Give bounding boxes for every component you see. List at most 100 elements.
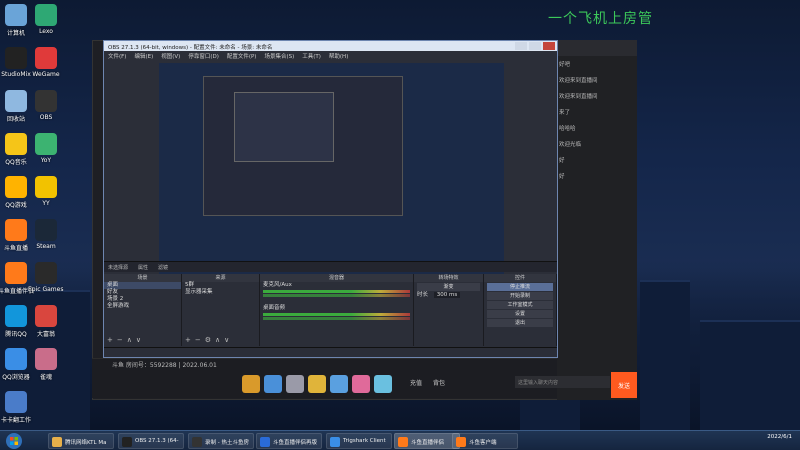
properties-button[interactable]: 属性: [138, 264, 148, 271]
taskbar-item-label: Trigshark Client: [343, 438, 386, 444]
taskbar-item[interactable]: 斗鱼直播伴侣再版: [256, 433, 322, 449]
app-icon: [35, 176, 57, 198]
taskbar-item[interactable]: 录制 - 热土斗鱼房: [188, 433, 254, 449]
taskbar-item[interactable]: 斗鱼直播伴侣: [394, 433, 460, 449]
taskbar-item-label: 斗鱼直播伴侣再版: [273, 440, 318, 446]
preview-nested-window-inner: [234, 92, 334, 162]
chat-message: 好: [559, 158, 565, 164]
duration-input[interactable]: 300 ms: [433, 292, 461, 298]
no-source-label: 未选择源: [108, 265, 129, 271]
duration-row: 时长 300 ms: [414, 292, 483, 299]
desktop-icon-label: 雀魂: [39, 374, 52, 381]
desktop-icon[interactable]: Epic Games Launcher: [28, 262, 64, 293]
chat-panel-header: [557, 40, 637, 56]
menu-item[interactable]: 文件(F): [108, 52, 126, 60]
menu-item[interactable]: 视图(V): [161, 52, 180, 60]
volume-meter: [263, 313, 410, 316]
app-icon: [35, 47, 57, 69]
source-toolbar: 未选择源 属性 滤镜: [104, 261, 557, 272]
app-icon: [35, 305, 57, 327]
wallpaper-building: [700, 320, 800, 430]
gift-icon[interactable]: [374, 375, 392, 393]
clock[interactable]: 2022/6/1: [767, 433, 792, 441]
transition-select[interactable]: 渐变: [417, 283, 480, 291]
app-icon: [35, 90, 57, 112]
menu-item[interactable]: 停靠窗口(D): [188, 52, 219, 60]
chat-message: 哈哈哈: [559, 126, 576, 132]
gift-icon[interactable]: [286, 375, 304, 393]
gift-icon[interactable]: [242, 375, 260, 393]
scene-controls[interactable]: +−∧∨: [107, 336, 145, 344]
transitions-header: 转场特效: [414, 274, 483, 282]
exit-button[interactable]: 退出: [487, 319, 553, 327]
menu-item[interactable]: 场景集合(S): [264, 52, 294, 60]
taskbar-item-label: 斗鱼直播伴侣: [411, 440, 445, 446]
taskbar-item[interactable]: Trigshark Client: [326, 433, 392, 449]
obs-title: OBS 27.1.3 (64-bit, windows) - 配置文件: 未命名…: [108, 45, 273, 51]
close-button[interactable]: [543, 42, 555, 50]
app-icon: [5, 262, 27, 284]
start-button[interactable]: [2, 432, 26, 450]
desktop-icon[interactable]: OBS: [28, 90, 64, 121]
transitions-dock: 转场特效 渐变 时长 300 ms: [414, 274, 484, 346]
controls-header: 控件: [484, 274, 556, 282]
start-recording-button[interactable]: 开始录制: [487, 292, 553, 300]
scene-item[interactable]: 桌面: [104, 282, 181, 289]
send-button[interactable]: 发送: [611, 372, 637, 398]
source-item[interactable]: 5群: [182, 282, 259, 289]
menu-item[interactable]: 配置文件(P): [227, 52, 257, 60]
desktop-icon[interactable]: WeGame: [28, 47, 64, 78]
source-controls[interactable]: +−⚙∧∨: [185, 336, 233, 344]
scene-item[interactable]: 好友: [104, 289, 181, 296]
scene-item[interactable]: 场景 2: [104, 296, 181, 303]
volume-slider[interactable]: [263, 317, 410, 320]
scene-item[interactable]: 全屏游戏: [104, 303, 181, 310]
app-icon: [260, 437, 270, 447]
chat-message: 来了: [559, 110, 571, 116]
app-icon: [5, 90, 27, 112]
backpack-tag[interactable]: 背包: [433, 378, 445, 387]
desktop-icon[interactable]: YY: [28, 176, 64, 207]
filters-button[interactable]: 滤镜: [158, 264, 168, 271]
mixer-track-name: 麦克风/Aux: [263, 282, 292, 288]
chat-input[interactable]: 这里输入聊天内容: [515, 376, 610, 388]
settings-button[interactable]: 设置: [487, 310, 553, 318]
taskbar-item[interactable]: OBS 27.1.3 (64-: [118, 433, 184, 449]
chat-message: 好吧: [559, 62, 571, 68]
app-icon: [5, 4, 27, 26]
studio-mode-button[interactable]: 工作室模式: [487, 301, 553, 309]
desktop-icon[interactable]: 卡卡翻工作: [0, 391, 34, 424]
chat-message: 好: [559, 174, 565, 180]
volume-slider[interactable]: [263, 294, 410, 297]
desktop-icon[interactable]: YoY: [28, 133, 64, 164]
desktop-icon[interactable]: 大富翁: [28, 305, 64, 338]
obs-menubar: 文件(F) 编辑(E) 视图(V) 停靠窗口(D) 配置文件(P) 场景集合(S) 工具(T…: [104, 51, 557, 60]
gift-icon[interactable]: [308, 375, 326, 393]
app-icon: [5, 348, 27, 370]
app-icon: [35, 4, 57, 26]
taskbar-item[interactable]: 腾讯网络KTL Ma: [48, 433, 114, 449]
app-icon: [330, 437, 340, 447]
minimize-button[interactable]: [515, 42, 527, 50]
room-info: 斗鱼 房间号：5592288 | 2022.06.01: [112, 362, 217, 369]
desktop-icon-label: Lexo: [39, 28, 53, 35]
app-icon: [52, 437, 62, 447]
desktop-icon[interactable]: Lexo: [28, 4, 64, 35]
menu-item[interactable]: 编辑(E): [134, 52, 153, 60]
maximize-button[interactable]: [529, 42, 541, 50]
taskbar-item[interactable]: 斗鱼客户端: [452, 433, 518, 449]
menu-item[interactable]: 工具(T): [302, 52, 321, 60]
source-item[interactable]: 显示器采集: [182, 289, 259, 296]
gift-icon[interactable]: [264, 375, 282, 393]
desktop-icon-label: Steam: [36, 243, 56, 250]
menu-item[interactable]: 帮助(H): [329, 52, 348, 60]
obs-preview[interactable]: [159, 63, 504, 288]
gift-icon[interactable]: [352, 375, 370, 393]
desktop-icon[interactable]: 雀魂: [28, 348, 64, 381]
app-icon: [5, 47, 27, 69]
gift-icon[interactable]: [330, 375, 348, 393]
recharge-tag[interactable]: 充值: [410, 378, 422, 387]
stop-streaming-button[interactable]: 停止推流: [487, 283, 553, 291]
preview-nested-window: [203, 76, 403, 216]
desktop-icon[interactable]: Steam: [28, 219, 64, 250]
